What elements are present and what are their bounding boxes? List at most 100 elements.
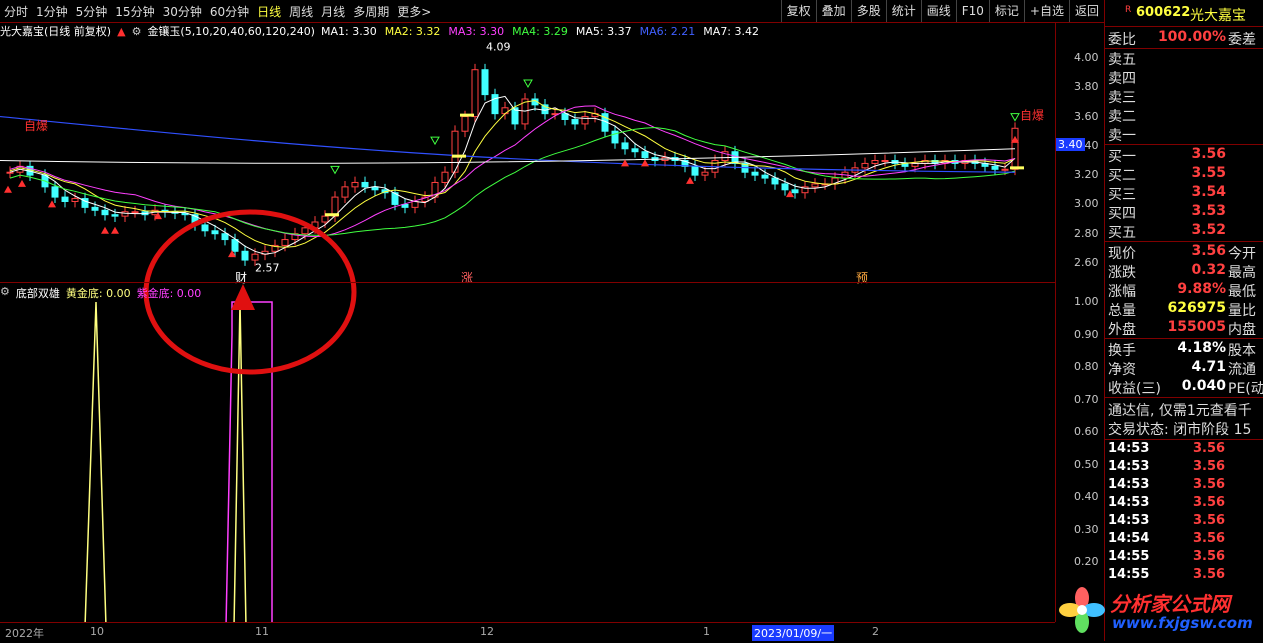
toolbar-button[interactable]: +自选 xyxy=(1023,0,1069,22)
sell-arrow-icon xyxy=(523,79,533,88)
candle-body xyxy=(221,233,229,241)
candle-body xyxy=(6,171,14,174)
candle-body xyxy=(991,165,999,170)
indicator-tick: 0.50 xyxy=(1074,457,1099,471)
sell-row: 卖三 xyxy=(1105,87,1263,106)
settings-icon[interactable]: ⚙ xyxy=(0,285,10,301)
candle-body xyxy=(131,211,139,214)
purple-value: 紫金底: 0.00 xyxy=(136,287,202,300)
tick-time: 14:53 xyxy=(1108,441,1150,456)
tick-row: 14:55 3.56 xyxy=(1105,549,1263,568)
period-tab[interactable]: 周线 xyxy=(285,3,317,20)
period-tab[interactable]: 5分钟 xyxy=(72,3,112,20)
candle-body xyxy=(771,177,779,185)
candle-body xyxy=(301,227,309,235)
stat-row-label: 现价 xyxy=(1108,246,1136,262)
toolbar-button[interactable]: 画线 xyxy=(920,0,956,22)
candle-body xyxy=(631,148,639,153)
tick-price: 3.56 xyxy=(1193,549,1226,564)
buy-row: 买二 3.55 xyxy=(1105,165,1263,184)
stat2-row-label: 收益(三) xyxy=(1108,381,1161,397)
price-tick: 4.00 xyxy=(1074,51,1099,64)
tick-price: 3.56 xyxy=(1193,567,1226,582)
watermark: 分析家公式网 www.fxjgsw.com xyxy=(1050,582,1262,640)
candle-body xyxy=(571,119,579,125)
date-axis: 2022年 10 11 12 1 2023/01/09/一 2 xyxy=(0,623,1055,641)
stat-row-value: 3.56 xyxy=(1191,243,1226,259)
period-tab[interactable]: 15分钟 xyxy=(111,3,158,20)
date-tick: 10 xyxy=(90,625,104,638)
signal-bar xyxy=(1010,166,1024,170)
buy-row-label: 买四 xyxy=(1108,206,1136,222)
buy-row-value: 3.55 xyxy=(1191,165,1226,181)
quote-header: R 600622 光大嘉宝 xyxy=(1105,5,1263,24)
toolbar-button[interactable]: F10 xyxy=(955,0,989,22)
weibi-row: 委比 100.00% 委差 xyxy=(1105,29,1263,48)
kline-chart[interactable]: 4.092.57自爆自爆财涨预 xyxy=(0,22,1055,622)
candle-body xyxy=(231,239,239,252)
indicator-label[interactable]: 底部双雄 xyxy=(16,285,60,301)
buy-row: 买三 3.54 xyxy=(1105,184,1263,203)
toolbar-button[interactable]: 叠加 xyxy=(815,0,851,22)
period-tab[interactable]: 分时 xyxy=(0,3,32,20)
stat-row-label2: 最低 xyxy=(1228,284,1256,300)
candle-body xyxy=(561,113,569,121)
date-tick: 11 xyxy=(255,625,269,638)
buy-arrow-icon xyxy=(101,226,109,234)
tick-row: 14:53 3.56 xyxy=(1105,495,1263,514)
toolbar-button[interactable]: 复权 xyxy=(780,0,816,22)
sell-row-label: 卖四 xyxy=(1108,71,1136,87)
quote-panel: R 600622 光大嘉宝 委比 100.00% 委差 卖五 卖四 卖三 卖二 卖一 买… xyxy=(1104,0,1263,641)
buy-arrow-icon xyxy=(4,185,12,193)
tick-price: 3.56 xyxy=(1193,495,1226,510)
period-toolbar: 分时 1分钟 5分钟 15分钟 30分钟 60分钟 日线 周线 月线 多周期 更多> 复权 叠加 多股统… xyxy=(0,0,1104,23)
notice-text[interactable]: 通达信, 仅需1元查看千 xyxy=(1108,400,1252,420)
buy-row-value: 3.53 xyxy=(1191,203,1226,219)
stat2-row: 换手 4.18% 股本 xyxy=(1105,340,1263,359)
date-tick: 2 xyxy=(872,625,879,638)
stat-row-value: 155005 xyxy=(1167,319,1226,335)
tick-price: 3.56 xyxy=(1193,441,1226,456)
tick-time: 14:55 xyxy=(1108,549,1150,564)
candle-body xyxy=(441,171,449,183)
period-tab[interactable]: 60分钟 xyxy=(206,3,253,20)
buy-row: 买四 3.53 xyxy=(1105,203,1263,222)
indicator-tick: 0.20 xyxy=(1074,555,1099,568)
sell-row: 卖五 xyxy=(1105,49,1263,68)
stat-row-value: 0.32 xyxy=(1191,262,1226,278)
stat2-row-label: 换手 xyxy=(1108,343,1136,359)
tick-time: 14:53 xyxy=(1108,513,1150,528)
toolbar-button[interactable]: 统计 xyxy=(885,0,921,22)
date-tick: 2023/01/09/一 xyxy=(752,625,835,641)
tick-time: 14:53 xyxy=(1108,477,1150,492)
candle-body xyxy=(701,171,709,176)
candle-body xyxy=(321,215,329,223)
sell-row-label: 卖三 xyxy=(1108,90,1136,106)
notice-row[interactable]: 通达信, 仅需1元查看千 xyxy=(1105,400,1263,419)
period-tab[interactable]: 日线 xyxy=(253,3,285,20)
period-tab[interactable]: 多周期 xyxy=(349,3,393,20)
period-tab[interactable]: 月线 xyxy=(317,3,349,20)
toolbar-button[interactable]: 返回 xyxy=(1068,0,1104,22)
buy-arrow-icon xyxy=(111,226,119,234)
toolbar-button[interactable]: 标记 xyxy=(988,0,1024,22)
buy-row-label: 买五 xyxy=(1108,225,1136,241)
status-text: 交易状态: 闭市阶段 15 xyxy=(1108,422,1252,438)
weibi-value: 100.00% xyxy=(1157,29,1226,45)
stat-row: 涨跌 0.32 最高 xyxy=(1105,262,1263,281)
stat-row-label: 涨跌 xyxy=(1108,265,1136,281)
stat-row-label: 外盘 xyxy=(1108,322,1136,338)
candle-body xyxy=(111,214,119,217)
period-tab[interactable]: 更多> xyxy=(393,3,435,20)
lower-indicator-title: ⚙ 底部双雄 黄金底: 0.00 紫金底: 0.00 xyxy=(0,285,207,301)
panel-divider xyxy=(0,282,1055,283)
tick-row: 14:53 3.56 xyxy=(1105,441,1263,460)
toolbar-button[interactable]: 多股 xyxy=(850,0,886,22)
ma-line xyxy=(0,148,1016,164)
date-tick: 2022年 xyxy=(5,627,44,640)
price-tick: 3.20 xyxy=(1074,168,1099,182)
stat2-row-label2: PE(动 xyxy=(1228,381,1263,397)
period-tab[interactable]: 1分钟 xyxy=(32,3,72,20)
period-tab[interactable]: 30分钟 xyxy=(159,3,206,20)
stat2-row-label: 净资 xyxy=(1108,362,1136,378)
